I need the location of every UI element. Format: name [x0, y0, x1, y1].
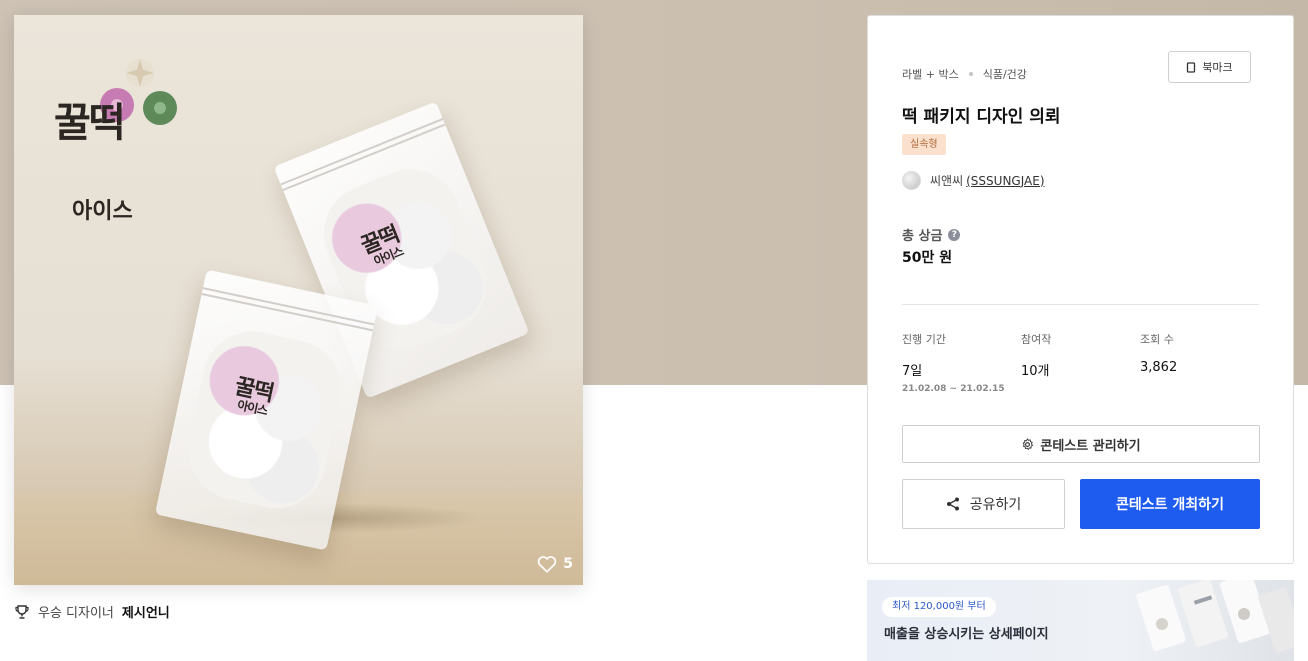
stat-label: 참여작 — [1021, 333, 1052, 346]
contest-title: 떡 패키지 디자인 의뢰 — [902, 107, 1061, 127]
like-button[interactable]: 5 — [537, 555, 573, 573]
separator-dot — [968, 72, 973, 76]
manage-contest-button[interactable]: 콘테스트 관리하기 — [902, 425, 1260, 463]
divider — [902, 304, 1259, 305]
subcategory-label[interactable]: 식품/건강 — [983, 66, 1027, 82]
award-prefix: 우승 디자이너 — [38, 606, 114, 621]
trophy-icon — [15, 604, 29, 619]
prize-value: 50만 원 — [902, 250, 953, 266]
contest-info-panel: 라벨 + 박스 식품/건강 북마크 떡 패키지 디자인 의뢰 실속형 씨앤씨 (… — [867, 15, 1294, 564]
heart-icon — [538, 556, 557, 573]
share-label: 공유하기 — [969, 497, 1022, 513]
host-contest-button[interactable]: 콘테스트 개최하기 — [1080, 479, 1260, 529]
host-label: 콘테스트 개최하기 — [1116, 497, 1224, 513]
stat-value: 3,862 — [1140, 360, 1178, 375]
promo-banner[interactable]: 최저 120,000원 부터 매출을 상승시키는 상세페이지 — [867, 580, 1294, 661]
brand-subtitle: 아이스 — [72, 199, 133, 224]
creator-id-link[interactable]: (SSSUNGJAE) — [966, 174, 1044, 188]
creator-name: 씨앤씨 — [930, 174, 964, 188]
manage-label: 콘테스트 관리하기 — [1040, 438, 1141, 454]
share-icon — [946, 497, 959, 511]
help-icon[interactable]: ? — [948, 228, 961, 241]
bookmark-label: 북마크 — [1202, 61, 1233, 74]
stat-label: 조회 수 — [1140, 333, 1174, 346]
stat-entries: 참여작 10개 — [1021, 331, 1141, 379]
prize-label: 총 상금 ? — [902, 225, 961, 244]
bookmark-icon — [1187, 61, 1196, 73]
stat-value: 10개 — [1021, 364, 1050, 379]
promo-decoration-image — [1136, 580, 1294, 653]
winner-designer-line: 우승 디자이너 제시언니 — [14, 602, 170, 621]
contest-creator: 씨앤씨 (SSSUNGJAE) — [902, 171, 1045, 190]
promo-price-pill: 최저 120,000원 부터 — [882, 597, 996, 617]
prize-label-text: 총 상금 — [902, 229, 943, 244]
avatar — [902, 171, 921, 190]
bookmark-button[interactable]: 북마크 — [1168, 51, 1251, 83]
gear-icon — [1022, 437, 1034, 450]
stat-value: 7일 — [902, 364, 923, 379]
category-label[interactable]: 라벨 + 박스 — [902, 66, 959, 82]
breadcrumb: 라벨 + 박스 식품/건강 — [902, 66, 1027, 82]
stat-date-range: 21.02.08 ~ 21.02.15 — [902, 384, 1005, 394]
stat-views: 조회 수 3,862 — [1140, 331, 1260, 375]
stat-duration: 진행 기간 7일 21.02.08 ~ 21.02.15 — [902, 331, 1022, 394]
stat-label: 진행 기간 — [902, 333, 946, 346]
brand-name: 꿀떡 — [54, 99, 126, 146]
promo-title: 매출을 상승시키는 상세페이지 — [884, 627, 1049, 642]
like-count: 5 — [563, 556, 573, 572]
winning-artwork-image[interactable]: 꿀떡 아이스 꿀떡 아이스 꿀떡 아이스 5 — [14, 15, 583, 585]
contest-type-badge: 실속형 — [902, 134, 946, 155]
winner-designer-name[interactable]: 제시언니 — [122, 602, 170, 621]
share-button[interactable]: 공유하기 — [902, 479, 1065, 529]
